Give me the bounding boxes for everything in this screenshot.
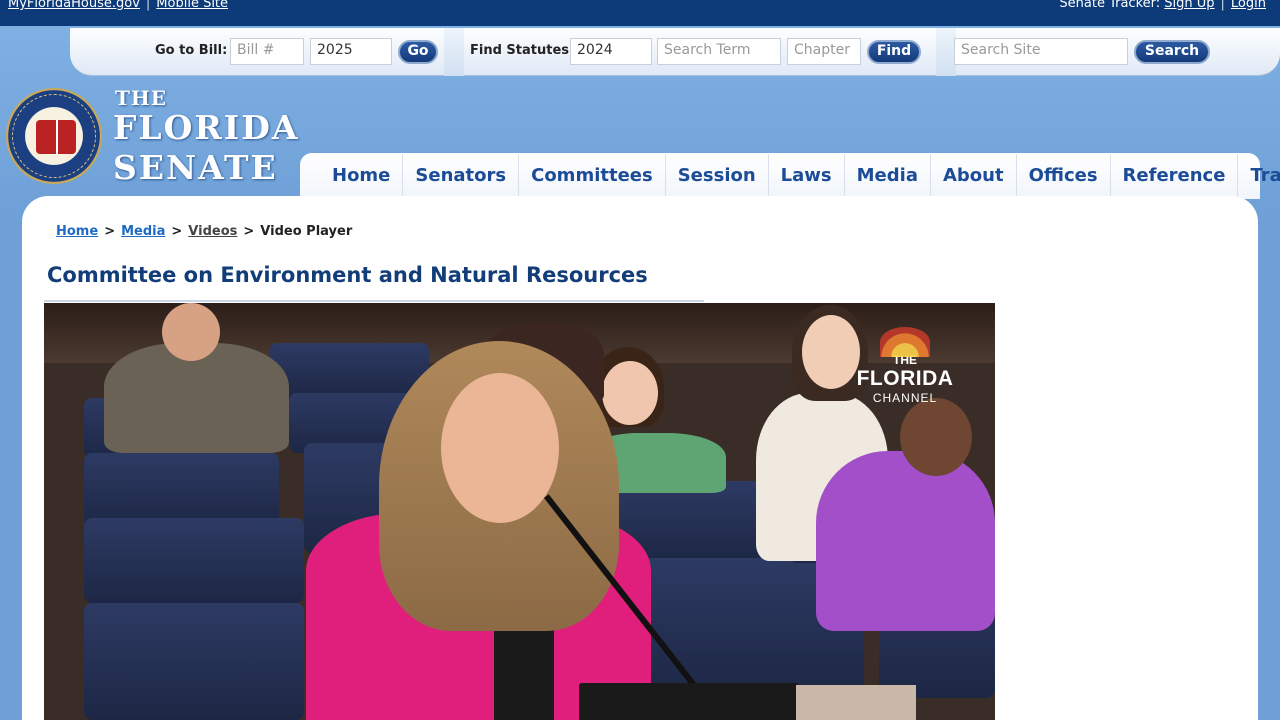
strip-divider	[444, 28, 464, 76]
breadcrumb-home-link[interactable]: Home	[56, 224, 98, 239]
brand-senate: SENATE	[113, 148, 278, 187]
mobile-site-link[interactable]: Mobile Site	[156, 0, 228, 11]
video-speaker-face	[441, 373, 559, 523]
breadcrumb-separator: >	[171, 224, 183, 239]
bill-number-input[interactable]: Bill #	[230, 38, 304, 65]
search-term-input[interactable]: Search Term	[657, 38, 781, 65]
nav-item-session[interactable]: Session	[666, 154, 769, 198]
nav-item-committees[interactable]: Committees	[519, 154, 666, 198]
video-chair	[84, 603, 304, 720]
nav-item-offices[interactable]: Offices	[1017, 154, 1111, 198]
go-to-bill-label: Go to Bill:	[155, 43, 228, 58]
chapter-input[interactable]: Chapter	[787, 38, 861, 65]
seal-flags-icon	[36, 120, 76, 154]
statutes-year-select[interactable]: 2024	[570, 38, 652, 65]
title-divider	[44, 300, 704, 302]
video-desk	[796, 685, 916, 720]
senate-tracker-label: Senate Tracker:	[1059, 0, 1161, 11]
breadcrumb-separator: >	[243, 224, 255, 239]
video-podium	[579, 683, 799, 720]
nav-item-about[interactable]: About	[931, 154, 1017, 198]
search-site-input[interactable]: Search Site	[954, 38, 1128, 65]
video-audience-head	[900, 398, 972, 476]
page-title: Committee on Environment and Natural Res…	[47, 263, 648, 287]
strip-divider	[936, 28, 956, 76]
sign-up-link[interactable]: Sign Up	[1164, 0, 1214, 11]
myfloridahouse-link[interactable]: MyFloridaHouse.gov	[8, 0, 140, 11]
nav-item-media[interactable]: Media	[845, 154, 931, 198]
find-button[interactable]: Find	[867, 40, 921, 64]
brand-florida: FLORIDA	[113, 108, 300, 147]
breadcrumb-media-link[interactable]: Media	[121, 224, 165, 239]
main-nav: Home Senators Committees Session Laws Me…	[300, 153, 1280, 199]
video-chair	[269, 343, 429, 398]
breadcrumb: Home > Media > Videos > Video Player	[56, 224, 352, 239]
florida-channel-watermark: THE FLORIDA CHANNEL	[840, 327, 970, 405]
senate-seal-logo[interactable]	[6, 88, 102, 184]
login-link[interactable]: Login	[1231, 0, 1266, 11]
video-audience-head	[162, 303, 220, 361]
topbar-separator: |	[1220, 0, 1225, 11]
top-utility-bar: MyFloridaHouse.gov | Mobile Site Senate Tr…	[0, 0, 1280, 26]
nav-item-tracker[interactable]: Tracker	[1238, 154, 1280, 198]
go-button[interactable]: Go	[398, 40, 438, 64]
nav-item-senators[interactable]: Senators	[403, 154, 520, 198]
bill-year-select[interactable]: 2025	[310, 38, 392, 65]
video-chair	[84, 453, 279, 528]
topbar-right: Senate Tracker: Sign Up | Login	[1059, 0, 1266, 11]
video-chair	[84, 518, 304, 603]
search-strip: Go to Bill: Bill # 2025 Go Find Statutes…	[70, 28, 1280, 76]
video-player[interactable]: THE FLORIDA CHANNEL	[44, 303, 995, 720]
topbar-left: MyFloridaHouse.gov | Mobile Site	[8, 0, 228, 11]
search-button[interactable]: Search	[1134, 40, 1210, 64]
find-statutes-label: Find Statutes:	[470, 43, 575, 58]
watermark-florida: FLORIDA	[856, 367, 954, 390]
video-audience-member	[816, 451, 995, 631]
brand-the: THE	[115, 86, 168, 110]
florida-channel-sun-icon	[880, 327, 930, 357]
video-audience-head	[602, 361, 658, 425]
breadcrumb-separator: >	[104, 224, 116, 239]
topbar-separator: |	[145, 0, 151, 11]
nav-item-home[interactable]: Home	[320, 154, 404, 198]
nav-item-reference[interactable]: Reference	[1111, 154, 1239, 198]
breadcrumb-videos-link[interactable]: Videos	[188, 224, 237, 239]
breadcrumb-current: Video Player	[260, 224, 353, 239]
watermark-channel: CHANNEL	[872, 391, 938, 405]
nav-item-laws[interactable]: Laws	[769, 154, 845, 198]
